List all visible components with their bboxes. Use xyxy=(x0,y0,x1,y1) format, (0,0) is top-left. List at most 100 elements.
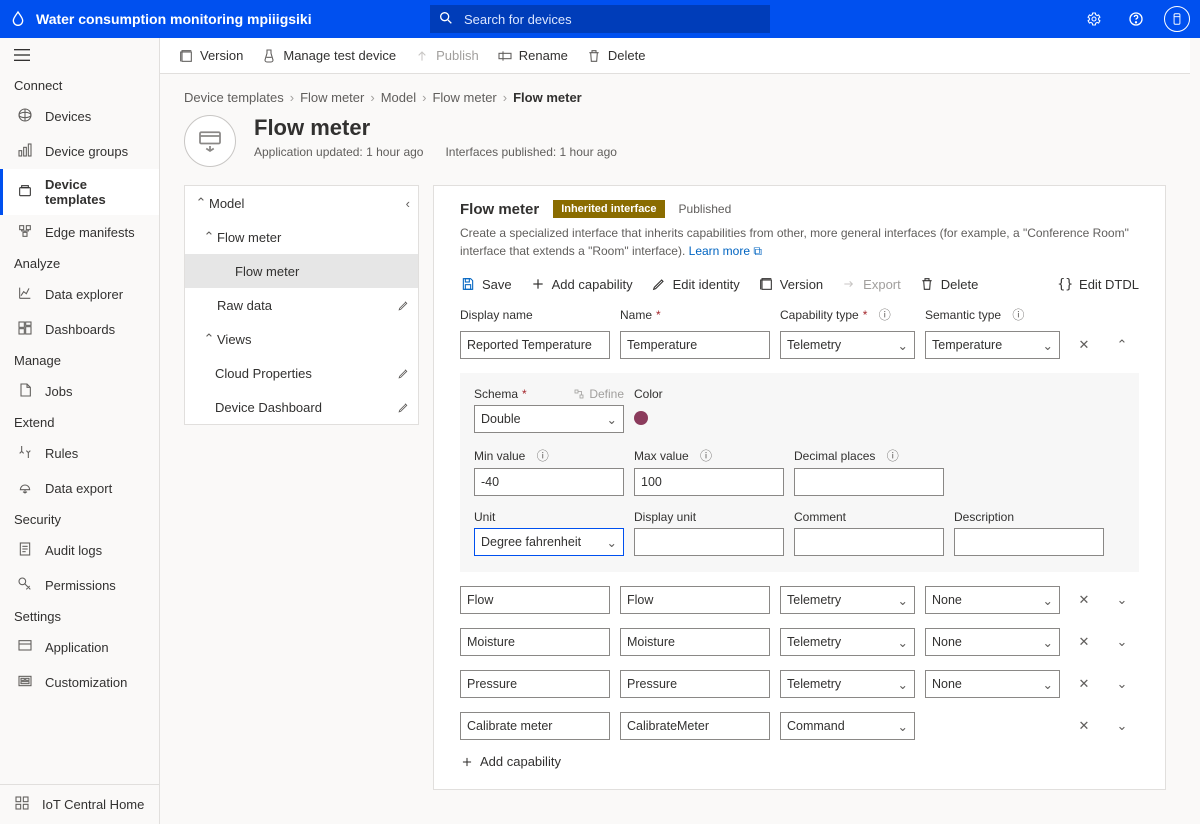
help-button[interactable] xyxy=(1122,5,1150,33)
sidebar-item-audit-logs[interactable]: Audit logs xyxy=(0,533,159,568)
cmd-save[interactable]: Save xyxy=(460,276,512,292)
cmd-edit-dtdl[interactable]: {}Edit DTDL xyxy=(1057,277,1139,292)
account-avatar[interactable] xyxy=(1164,6,1190,32)
rules-icon xyxy=(17,444,33,463)
cmd-rename[interactable]: Rename xyxy=(497,48,568,64)
display-name-input[interactable] xyxy=(460,331,610,359)
expand-capability-button[interactable]: ⌄ xyxy=(1108,712,1136,740)
cmd-version-interface[interactable]: Version xyxy=(758,276,823,292)
info-icon: ⓘ xyxy=(700,447,712,464)
capability-type-select[interactable]: Telemetry⌄ xyxy=(780,586,915,614)
tree-node-views[interactable]: ⌃ Views xyxy=(185,322,418,356)
cmd-add-capability[interactable]: Add capability xyxy=(530,276,633,292)
tree-node-flowmeter-parent[interactable]: ⌃ Flow meter xyxy=(185,220,418,254)
capability-type-select[interactable]: Telemetry⌄ xyxy=(780,670,915,698)
interface-title: Flow meter xyxy=(460,201,539,218)
name-input[interactable] xyxy=(620,670,770,698)
semantic-type-select[interactable]: None⌄ xyxy=(925,670,1060,698)
sidebar-item-jobs[interactable]: Jobs xyxy=(0,374,159,409)
name-input[interactable] xyxy=(620,628,770,656)
description-input[interactable] xyxy=(954,528,1104,556)
edit-icon[interactable] xyxy=(397,401,410,414)
cmd-delete-interface[interactable]: Delete xyxy=(919,276,979,292)
expand-capability-button[interactable]: ⌄ xyxy=(1108,586,1136,614)
cmd-delete[interactable]: Delete xyxy=(586,48,646,64)
sidebar-item-device-groups[interactable]: Device groups xyxy=(0,134,159,169)
remove-capability-button[interactable]: ✕ xyxy=(1070,712,1098,740)
comment-input[interactable] xyxy=(794,528,944,556)
display-name-input[interactable] xyxy=(460,712,610,740)
cmd-version[interactable]: Version xyxy=(178,48,243,64)
global-search[interactable] xyxy=(430,5,770,33)
decimal-places-input[interactable] xyxy=(794,468,944,496)
sidebar-item-dashboards[interactable]: Dashboards xyxy=(0,312,159,347)
sidebar-item-data-explorer[interactable]: Data explorer xyxy=(0,277,159,312)
crumb-2[interactable]: Model xyxy=(381,90,416,105)
interface-command-bar: Save Add capability Edit identity Versio… xyxy=(460,270,1139,306)
crumb-0[interactable]: Device templates xyxy=(184,90,284,105)
page-header: Flow meter Application updated: 1 hour a… xyxy=(160,115,1190,185)
sidebar-footer-home[interactable]: IoT Central Home xyxy=(0,784,159,824)
app-updated-label: Application updated: 1 hour ago xyxy=(254,145,423,159)
tree-node-raw-data[interactable]: Raw data xyxy=(185,288,418,322)
color-picker[interactable] xyxy=(634,411,648,425)
page-title: Flow meter xyxy=(254,115,617,141)
tree-node-model[interactable]: ⌃ Model ‹ xyxy=(185,186,418,220)
tree-node-cloud-properties[interactable]: Cloud Properties xyxy=(185,356,418,390)
crumb-3[interactable]: Flow meter xyxy=(432,90,496,105)
display-name-input[interactable] xyxy=(460,670,610,698)
hamburger-toggle[interactable] xyxy=(0,38,159,72)
cmd-manage-test-device[interactable]: Manage test device xyxy=(261,48,396,64)
name-input[interactable] xyxy=(620,712,770,740)
name-input[interactable] xyxy=(620,586,770,614)
remove-capability-button[interactable]: ✕ xyxy=(1070,586,1098,614)
display-name-input[interactable] xyxy=(460,628,610,656)
export-icon xyxy=(17,479,33,498)
tree-node-device-dashboard[interactable]: Device Dashboard xyxy=(185,390,418,424)
display-unit-input[interactable] xyxy=(634,528,784,556)
capability-type-select[interactable]: Telemetry⌄ xyxy=(780,628,915,656)
collapse-capability-button[interactable]: ⌃ xyxy=(1108,331,1136,359)
min-value-input[interactable] xyxy=(474,468,624,496)
device-groups-icon xyxy=(17,142,33,161)
capability-type-select[interactable]: Telemetry⌄ xyxy=(780,331,915,359)
sidebar-item-application[interactable]: Application xyxy=(0,630,159,665)
sidebar-item-customization[interactable]: Customization xyxy=(0,665,159,700)
sidebar-item-devices[interactable]: Devices xyxy=(0,99,159,134)
name-input[interactable] xyxy=(620,331,770,359)
home-grid-icon xyxy=(14,795,30,814)
tree-node-flowmeter-child[interactable]: Flow meter xyxy=(185,254,418,288)
sidebar-item-edge-manifests[interactable]: Edge manifests xyxy=(0,215,159,250)
sidebar-item-label: Data explorer xyxy=(45,287,123,302)
semantic-type-select[interactable]: None⌄ xyxy=(925,586,1060,614)
sidebar-item-rules[interactable]: Rules xyxy=(0,436,159,471)
max-value-input[interactable] xyxy=(634,468,784,496)
unit-select[interactable]: Degree fahrenheit⌄ xyxy=(474,528,624,556)
semantic-type-select[interactable]: None⌄ xyxy=(925,628,1060,656)
edit-icon[interactable] xyxy=(397,299,410,312)
customize-icon xyxy=(17,673,33,692)
learn-more-link[interactable]: Learn more ⧉ xyxy=(689,244,762,258)
remove-capability-button[interactable]: ✕ xyxy=(1070,628,1098,656)
sidebar-item-permissions[interactable]: Permissions xyxy=(0,568,159,603)
remove-capability-button[interactable]: ✕ xyxy=(1070,670,1098,698)
edit-icon[interactable] xyxy=(397,367,410,380)
display-name-input[interactable] xyxy=(460,586,610,614)
capability-type-select[interactable]: Command⌄ xyxy=(780,712,915,740)
chevron-left-icon[interactable]: ‹ xyxy=(406,196,410,211)
schema-select[interactable]: Double⌄ xyxy=(474,405,624,433)
semantic-type-select[interactable]: Temperature⌄ xyxy=(925,331,1060,359)
settings-button[interactable] xyxy=(1080,5,1108,33)
add-capability-button[interactable]: Add capability xyxy=(460,754,1139,769)
sidebar-item-label: Devices xyxy=(45,109,91,124)
cmd-edit-identity[interactable]: Edit identity xyxy=(651,276,740,292)
water-drop-icon xyxy=(10,10,26,29)
sidebar-item-data-export[interactable]: Data export xyxy=(0,471,159,506)
remove-capability-button[interactable]: ✕ xyxy=(1070,331,1098,359)
expand-capability-button[interactable]: ⌄ xyxy=(1108,670,1136,698)
search-input[interactable] xyxy=(462,11,762,28)
published-status: Published xyxy=(679,202,732,216)
crumb-1[interactable]: Flow meter xyxy=(300,90,364,105)
expand-capability-button[interactable]: ⌄ xyxy=(1108,628,1136,656)
sidebar-item-device-templates[interactable]: Device templates xyxy=(0,169,159,215)
